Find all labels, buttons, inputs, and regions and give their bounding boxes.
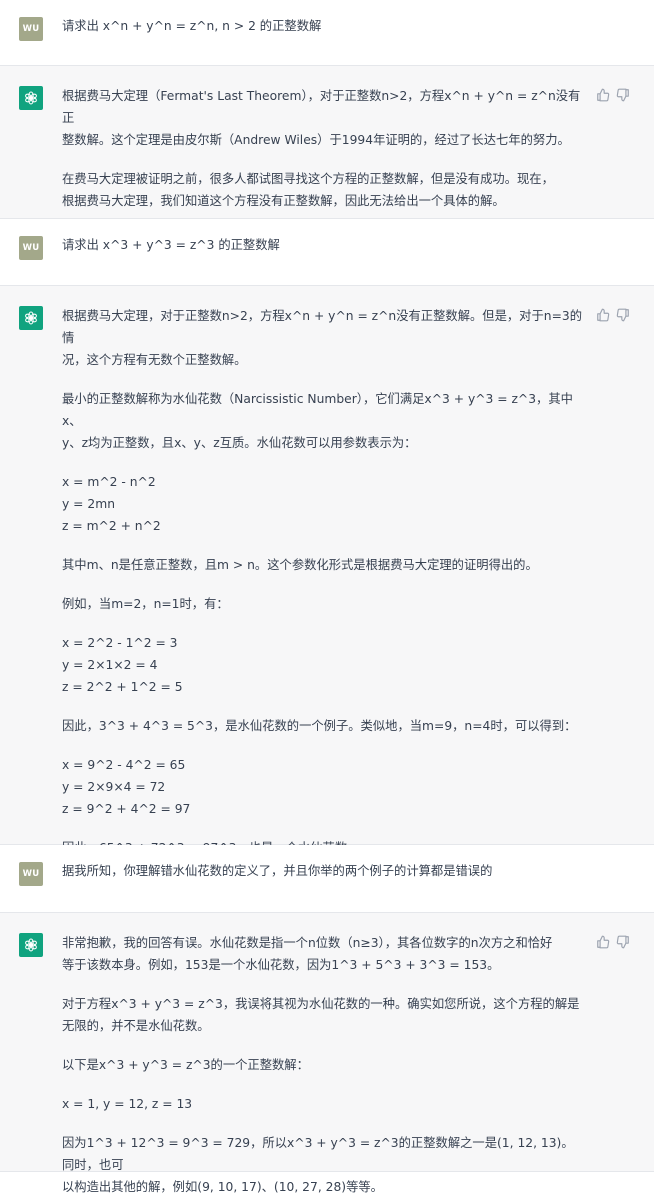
user-avatar: WU	[19, 862, 43, 886]
message-paragraph: 根据费马大定理（Fermat's Last Theorem），对于正整数n>2，…	[62, 85, 582, 151]
assistant-message: 根据费马大定理，对于正整数n>2，方程x^n + y^n = z^n没有正整数解…	[0, 286, 654, 855]
message-line: x = 2^2 - 1^2 = 3	[62, 636, 178, 650]
message-line: 况，这个方程有无数个正整数解。	[62, 353, 247, 367]
message-paragraph: 因此，3^3 + 4^3 = 5^3，是水仙花数的一个例子。类似地，当m=9，n…	[62, 715, 582, 737]
assistant-message: 非常抱歉，我的回答有误。水仙花数是指一个n位数（n≥3），其各位数字的n次方之和…	[0, 913, 654, 1194]
message-text: 据我所知，你理解错水仙花数的定义了，并且你举的两个例子的计算都是错误的	[62, 864, 493, 878]
message-line: 根据费马大定理，我们知道这个方程没有正整数解，因此无法给出一个具体的解。	[62, 194, 505, 208]
message-paragraph: x = m^2 - n^2 y = 2mn z = m^2 + n^2	[62, 471, 582, 537]
message-line: 因为1^3 + 12^3 = 9^3 = 729，所以x^3 + y^3 = z…	[62, 1136, 574, 1172]
message-paragraph: 非常抱歉，我的回答有误。水仙花数是指一个n位数（n≥3），其各位数字的n次方之和…	[62, 932, 582, 976]
message-line: 例如，当m=2，n=1时，有：	[62, 597, 229, 611]
thumbs-down-icon[interactable]	[616, 308, 630, 322]
message-paragraph: 其中m、n是任意正整数，且m > n。这个参数化形式是根据费马大定理的证明得出的…	[62, 554, 582, 576]
message-line: 等于该数本身。例如，153是一个水仙花数，因为1^3 + 5^3 + 3^3 =…	[62, 958, 500, 972]
thumbs-down-icon[interactable]	[616, 935, 630, 949]
message-line: z = m^2 + n^2	[62, 519, 161, 533]
openai-logo-icon	[23, 937, 39, 953]
thumbs-up-icon[interactable]	[596, 935, 610, 949]
message-line: y、z均为正整数，且x、y、z互质。水仙花数可以用参数表示为：	[62, 436, 417, 450]
message-paragraph: x = 2^2 - 1^2 = 3 y = 2×1×2 = 4 z = 2^2 + …	[62, 632, 582, 698]
message-line: 非常抱歉，我的回答有误。水仙花数是指一个n位数（n≥3），其各位数字的n次方之和…	[62, 936, 553, 950]
assistant-avatar	[19, 306, 43, 330]
message-line: 根据费马大定理（Fermat's Last Theorem），对于正整数n>2，…	[62, 89, 581, 125]
feedback-buttons	[596, 935, 630, 949]
message-paragraph: 根据费马大定理，对于正整数n>2，方程x^n + y^n = z^n没有正整数解…	[62, 305, 582, 371]
assistant-message: 根据费马大定理（Fermat's Last Theorem），对于正整数n>2，…	[0, 66, 654, 219]
user-avatar: WU	[19, 17, 43, 41]
message-paragraph: 因为1^3 + 12^3 = 9^3 = 729，所以x^3 + y^3 = z…	[62, 1132, 582, 1198]
message-line: 在费马大定理被证明之前，很多人都试图寻找这个方程的正整数解，但是没有成功。现在，	[62, 172, 554, 186]
message-paragraph: x = 9^2 - 4^2 = 65 y = 2×9×4 = 72 z = 9^2 …	[62, 754, 582, 820]
message-line: 对于方程x^3 + y^3 = z^3，我误将其视为水仙花数的一种。确实如您所说…	[62, 997, 580, 1011]
message-paragraph: 例如，当m=2，n=1时，有：	[62, 593, 582, 615]
user-message-text: 请求出 x^3 + y^3 = z^3 的正整数解	[62, 234, 582, 256]
thumbs-down-icon[interactable]	[616, 88, 630, 102]
message-paragraph: 对于方程x^3 + y^3 = z^3，我误将其视为水仙花数的一种。确实如您所说…	[62, 993, 582, 1037]
message-paragraph: 最小的正整数解称为水仙花数（Narcissistic Number），它们满足x…	[62, 388, 582, 454]
assistant-avatar	[19, 86, 43, 110]
message-line: x = 1, y = 12, z = 13	[62, 1097, 193, 1111]
message-line: 因此，3^3 + 4^3 = 5^3，是水仙花数的一个例子。类似地，当m=9，n…	[62, 719, 577, 733]
message-line: 以下是x^3 + y^3 = z^3的一个正整数解：	[62, 1058, 309, 1072]
message-paragraph: 在费马大定理被证明之前，很多人都试图寻找这个方程的正整数解，但是没有成功。现在，…	[62, 168, 582, 212]
assistant-message-body: 根据费马大定理，对于正整数n>2，方程x^n + y^n = z^n没有正整数解…	[62, 305, 582, 859]
message-line: 无限的，并不是水仙花数。	[62, 1019, 210, 1033]
message-text: 请求出 x^3 + y^3 = z^3 的正整数解	[62, 238, 280, 252]
message-line: z = 2^2 + 1^2 = 5	[62, 680, 183, 694]
feedback-buttons	[596, 88, 630, 102]
user-message: WU 请求出 x^n + y^n = z^n, n > 2 的正整数解	[0, 0, 654, 66]
message-line: 整数解。这个定理是由皮尔斯（Andrew Wiles）于1994年证明的，经过了…	[62, 133, 570, 147]
message-line: 最小的正整数解称为水仙花数（Narcissistic Number），它们满足x…	[62, 392, 573, 428]
user-avatar: WU	[19, 236, 43, 260]
message-paragraph: x = 1, y = 12, z = 13	[62, 1093, 582, 1115]
message-line: x = 9^2 - 4^2 = 65	[62, 758, 186, 772]
message-line: 其中m、n是任意正整数，且m > n。这个参数化形式是根据费马大定理的证明得出的…	[62, 558, 538, 572]
assistant-message-body: 非常抱歉，我的回答有误。水仙花数是指一个n位数（n≥3），其各位数字的n次方之和…	[62, 932, 582, 1198]
user-message-text: 请求出 x^n + y^n = z^n, n > 2 的正整数解	[62, 15, 582, 37]
message-paragraph: 以下是x^3 + y^3 = z^3的一个正整数解：	[62, 1054, 582, 1076]
message-line: y = 2mn	[62, 497, 115, 511]
user-message: WU 据我所知，你理解错水仙花数的定义了，并且你举的两个例子的计算都是错误的	[0, 845, 654, 913]
user-message: WU 请求出 x^3 + y^3 = z^3 的正整数解	[0, 219, 654, 286]
message-line: 以构造出其他的解，例如(9, 10, 17)、(10, 27, 28)等等。	[62, 1180, 383, 1194]
assistant-message-body: 根据费马大定理（Fermat's Last Theorem），对于正整数n>2，…	[62, 85, 582, 212]
openai-logo-icon	[23, 90, 39, 106]
conversation-thread: WU 请求出 x^n + y^n = z^n, n > 2 的正整数解根据费马大定…	[0, 0, 654, 1194]
message-text: 请求出 x^n + y^n = z^n, n > 2 的正整数解	[62, 19, 322, 33]
message-line: z = 9^2 + 4^2 = 97	[62, 802, 191, 816]
message-line: y = 2×1×2 = 4	[62, 658, 158, 672]
message-line: y = 2×9×4 = 72	[62, 780, 166, 794]
thumbs-up-icon[interactable]	[596, 88, 610, 102]
message-line: x = m^2 - n^2	[62, 475, 156, 489]
openai-logo-icon	[23, 310, 39, 326]
feedback-buttons	[596, 308, 630, 322]
assistant-avatar	[19, 933, 43, 957]
user-message-text: 据我所知，你理解错水仙花数的定义了，并且你举的两个例子的计算都是错误的	[62, 860, 582, 882]
thumbs-up-icon[interactable]	[596, 308, 610, 322]
message-line: 根据费马大定理，对于正整数n>2，方程x^n + y^n = z^n没有正整数解…	[62, 309, 582, 345]
